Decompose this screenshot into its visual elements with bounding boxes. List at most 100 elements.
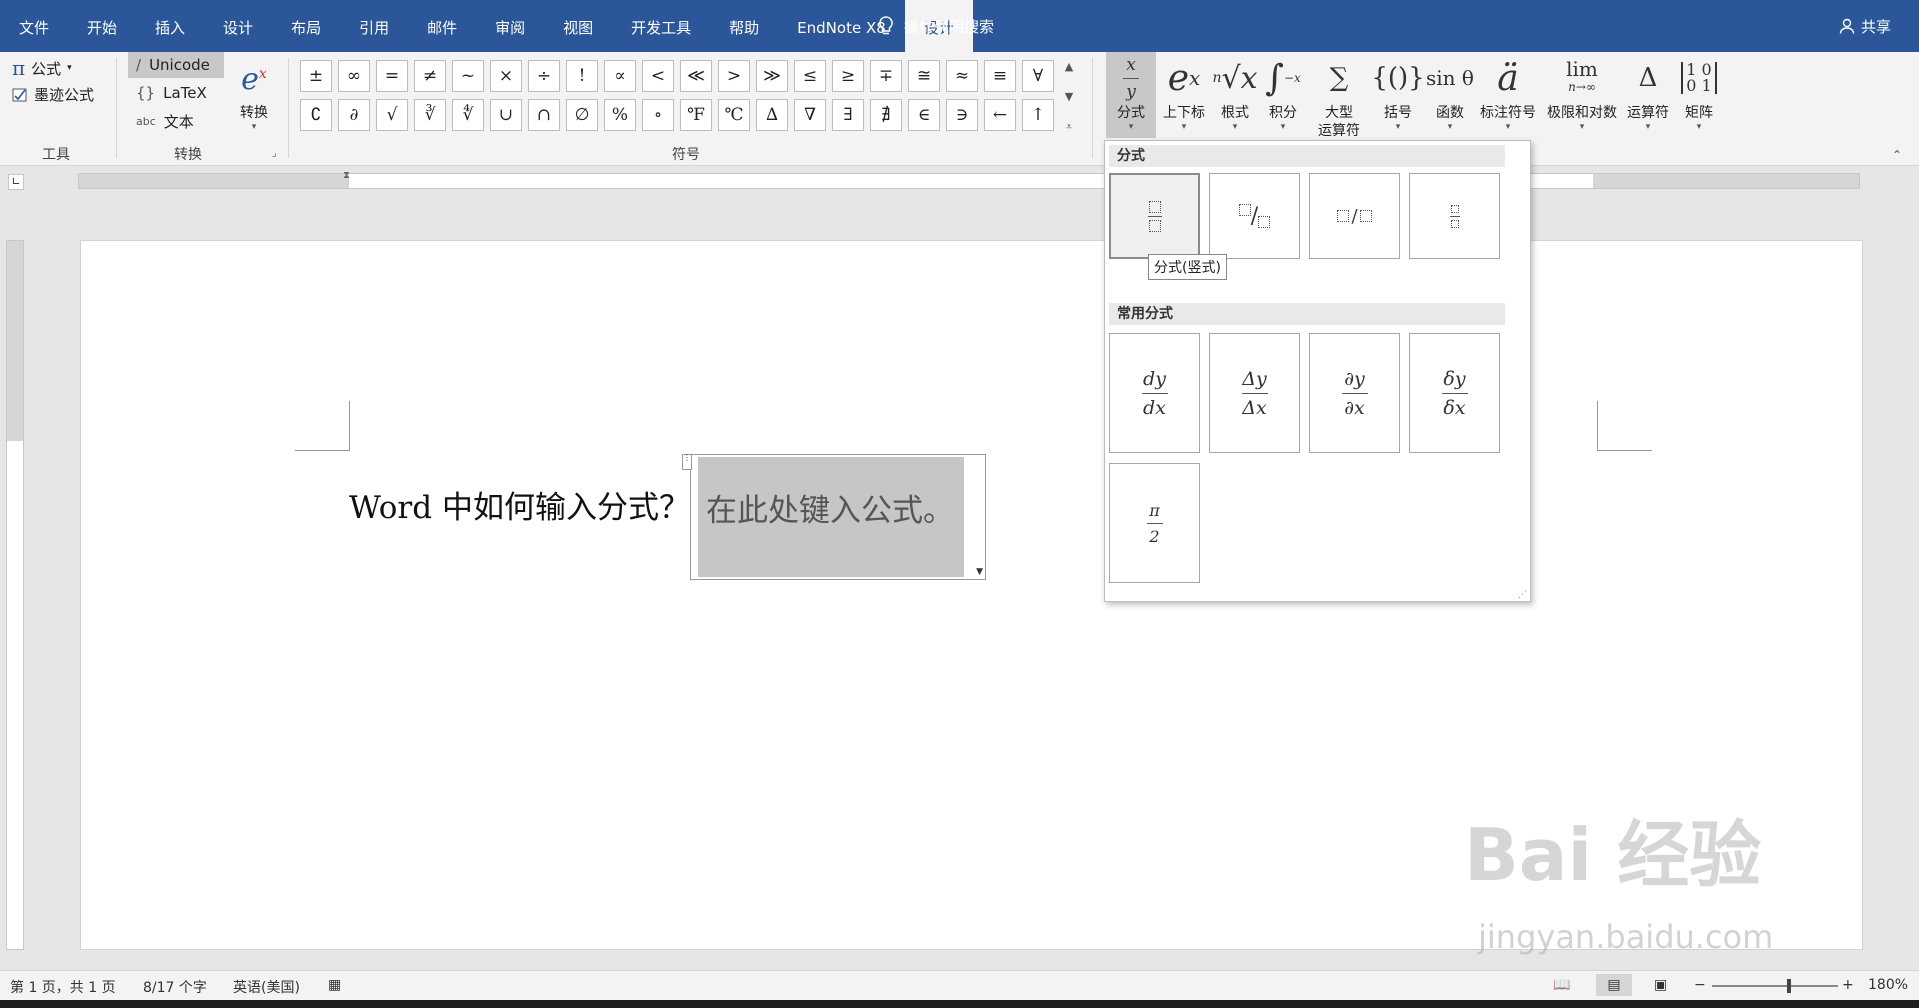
text-button[interactable]: abc 文本 — [128, 108, 224, 134]
symbol-button[interactable]: ℉ — [680, 99, 712, 131]
resize-grip-icon[interactable]: ⋰ — [1518, 590, 1527, 600]
symbol-button[interactable]: ≪ — [680, 60, 712, 92]
fraction-stacked-tile[interactable] — [1109, 173, 1200, 259]
symbol-button[interactable]: ≡ — [984, 60, 1016, 92]
symbol-button[interactable]: ! — [566, 60, 598, 92]
tab-review[interactable]: 审阅 — [476, 0, 544, 52]
tab-help[interactable]: 帮助 — [710, 0, 778, 52]
symbol-button[interactable]: ← — [984, 99, 1016, 131]
symbol-button[interactable]: ∜ — [452, 99, 484, 131]
fraction-dy-dx-tile[interactable]: dy dx — [1109, 333, 1200, 453]
fraction-button[interactable]: xy 分式 ▾ — [1106, 52, 1156, 138]
latex-button[interactable]: {} LaTeX — [128, 80, 224, 106]
page-count[interactable]: 第 1 页，共 1 页 — [10, 977, 116, 997]
symbol-button[interactable]: ∁ — [300, 99, 332, 131]
vertical-ruler[interactable] — [6, 240, 24, 950]
tell-me-search[interactable]: 操作说明搜索 — [878, 0, 994, 52]
symbol-button[interactable]: ∅ — [566, 99, 598, 131]
symbol-button[interactable]: ≫ — [756, 60, 788, 92]
symbol-button[interactable]: > — [718, 60, 750, 92]
symbol-button[interactable]: ∩ — [528, 99, 560, 131]
operator-button[interactable]: Δ 运算符 ▾ — [1624, 52, 1672, 142]
equation-placeholder[interactable]: 在此处键入公式。 — [706, 485, 954, 530]
zoom-level[interactable]: 180% — [1868, 977, 1908, 993]
bracket-button[interactable]: {()} 括号 ▾ — [1371, 52, 1424, 142]
unicode-button[interactable]: / Unicode — [128, 52, 224, 78]
symbol-button[interactable]: ≤ — [794, 60, 826, 92]
tab-design[interactable]: 设计 — [204, 0, 272, 52]
expand-gallery-icon[interactable]: ⩡ — [1066, 120, 1072, 134]
zoom-out-icon[interactable]: − — [1694, 977, 1706, 993]
symbol-button[interactable]: ∪ — [490, 99, 522, 131]
dialog-launcher-icon[interactable]: ⌟ — [272, 148, 277, 159]
large-operator-button[interactable]: ∑ 大型 运算符 — [1308, 52, 1370, 142]
print-layout-icon[interactable]: ▤ — [1596, 974, 1632, 996]
convert-button[interactable]: ex 转换 ▾ — [232, 52, 276, 136]
fraction-pi-over-2-tile[interactable]: π2 — [1109, 463, 1200, 583]
tab-file[interactable]: 文件 — [0, 0, 68, 52]
tab-view[interactable]: 视图 — [544, 0, 612, 52]
equation-placeholder-area[interactable]: 在此处键入公式。 — [698, 457, 964, 577]
fraction-partial-tile[interactable]: ∂y ∂x — [1309, 333, 1400, 453]
tab-insert[interactable]: 插入 — [136, 0, 204, 52]
symbol-button[interactable]: % — [604, 99, 636, 131]
symbol-button[interactable]: ≅ — [908, 60, 940, 92]
fraction-small-tile[interactable] — [1409, 173, 1500, 259]
symbol-button[interactable]: ∇ — [794, 99, 826, 131]
fraction-skewed-tile[interactable]: / — [1209, 173, 1300, 259]
equation-handle-icon[interactable]: ⋮ — [682, 454, 692, 470]
symbol-button[interactable]: ± — [300, 60, 332, 92]
horizontal-ruler[interactable]: ⧗ — [78, 170, 1860, 189]
symbol-button[interactable]: ↑ — [1022, 99, 1054, 131]
word-count[interactable]: 8/17 个字 — [143, 977, 207, 997]
accent-button[interactable]: ä 标注符号 ▾ — [1478, 52, 1538, 142]
symbol-button[interactable]: ∀ — [1022, 60, 1054, 92]
symbol-button[interactable]: √ — [376, 99, 408, 131]
symbol-button[interactable]: ∄ — [870, 99, 902, 131]
symbol-button[interactable]: = — [376, 60, 408, 92]
symbol-button[interactable]: ∘ — [642, 99, 674, 131]
symbol-button[interactable]: × — [490, 60, 522, 92]
web-layout-icon[interactable]: ▣ — [1654, 977, 1667, 993]
scroll-up-icon[interactable]: ▲ — [1065, 60, 1073, 73]
limit-log-button[interactable]: lim n→∞ 极限和对数 ▾ — [1542, 52, 1622, 142]
share-button[interactable]: 共享 — [1839, 0, 1891, 52]
macro-record-icon[interactable]: ▦ — [328, 977, 341, 993]
symbol-button[interactable]: ≠ — [414, 60, 446, 92]
symbol-button[interactable]: ∃ — [832, 99, 864, 131]
symbol-button[interactable]: ∛ — [414, 99, 446, 131]
symbol-button[interactable]: ∝ — [604, 60, 636, 92]
script-button[interactable]: ex 上下标 ▾ — [1158, 52, 1210, 142]
integral-button[interactable]: ∫ −x 积分 ▾ — [1262, 52, 1304, 142]
language[interactable]: 英语(美国) — [233, 977, 300, 997]
symbol-button[interactable]: < — [642, 60, 674, 92]
symbol-button[interactable]: ~ — [452, 60, 484, 92]
tab-home[interactable]: 开始 — [68, 0, 136, 52]
fraction-delta-tile[interactable]: Δy Δx — [1209, 333, 1300, 453]
radical-button[interactable]: n √x 根式 ▾ — [1212, 52, 1258, 142]
tab-mailings[interactable]: 邮件 — [408, 0, 476, 52]
collapse-ribbon-icon[interactable]: ⌃ — [1892, 148, 1902, 162]
symbol-button[interactable]: ∓ — [870, 60, 902, 92]
tab-references[interactable]: 引用 — [340, 0, 408, 52]
symbol-button[interactable]: ÷ — [528, 60, 560, 92]
formula-button[interactable]: π 公式 ▾ — [12, 56, 72, 80]
scroll-down-icon[interactable]: ▼ — [1065, 90, 1073, 103]
symbol-button[interactable]: ∂ — [338, 99, 370, 131]
function-button[interactable]: sin θ 函数 ▾ — [1424, 52, 1476, 142]
symbol-button[interactable]: ℃ — [718, 99, 750, 131]
fraction-linear-tile[interactable]: / — [1309, 173, 1400, 259]
symbol-button[interactable]: ∋ — [946, 99, 978, 131]
symbol-button[interactable]: ≈ — [946, 60, 978, 92]
matrix-button[interactable]: 1 00 1 矩阵 ▾ — [1676, 52, 1722, 142]
equation-options-icon[interactable]: ▼ — [976, 567, 983, 577]
document-text[interactable]: Word 中如何输入分式？ — [349, 482, 690, 527]
read-mode-icon[interactable]: 📖 — [1553, 977, 1570, 993]
symbol-button[interactable]: ∞ — [338, 60, 370, 92]
tab-layout[interactable]: 布局 — [272, 0, 340, 52]
ink-equation-button[interactable]: 墨迹公式 — [12, 84, 94, 105]
tab-developer[interactable]: 开发工具 — [612, 0, 710, 52]
equation-box[interactable]: ⋮ 在此处键入公式。 ▼ — [682, 454, 986, 580]
symbol-gallery-scroll[interactable]: ▲ ▼ ⩡ — [1058, 60, 1080, 134]
symbol-button[interactable]: ≥ — [832, 60, 864, 92]
